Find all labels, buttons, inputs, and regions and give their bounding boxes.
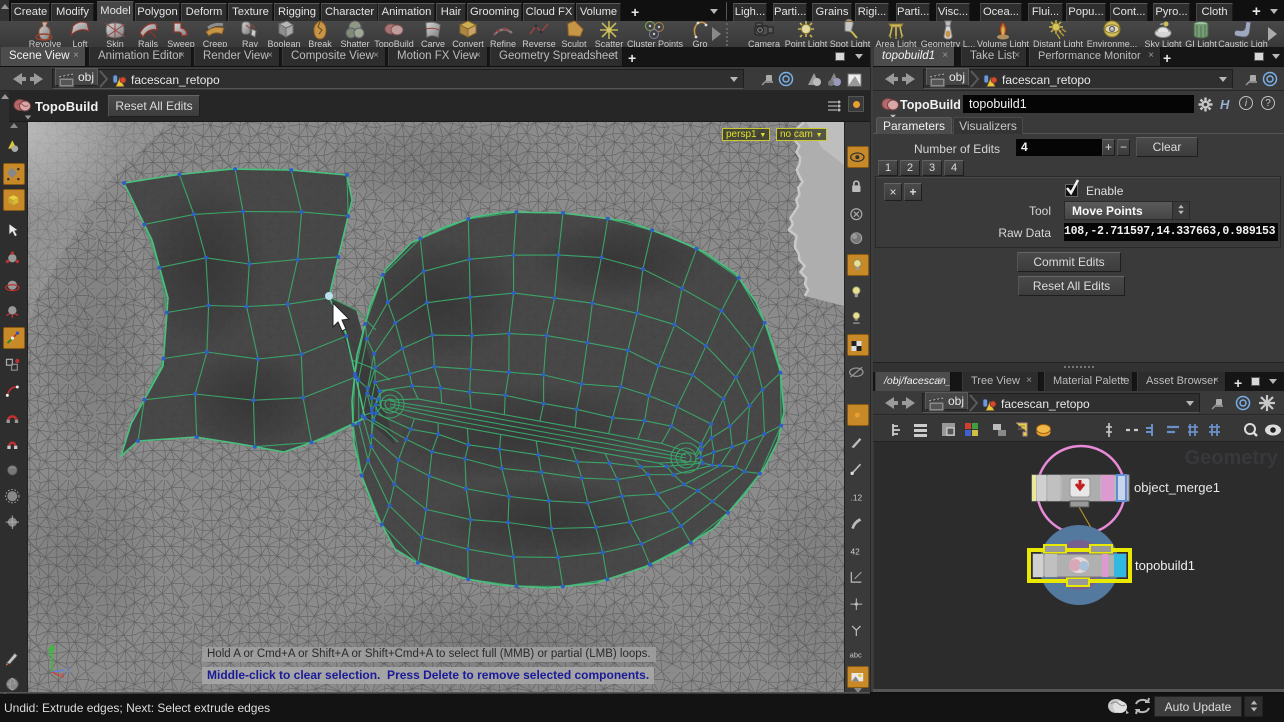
svg-text:x: x: [60, 670, 65, 680]
svg-text:42: 42: [851, 546, 861, 556]
svg-text:y: y: [48, 646, 53, 656]
svg-text:z: z: [66, 665, 71, 675]
svg-text:abc: abc: [850, 651, 862, 660]
svg-text:.12: .12: [851, 492, 863, 502]
